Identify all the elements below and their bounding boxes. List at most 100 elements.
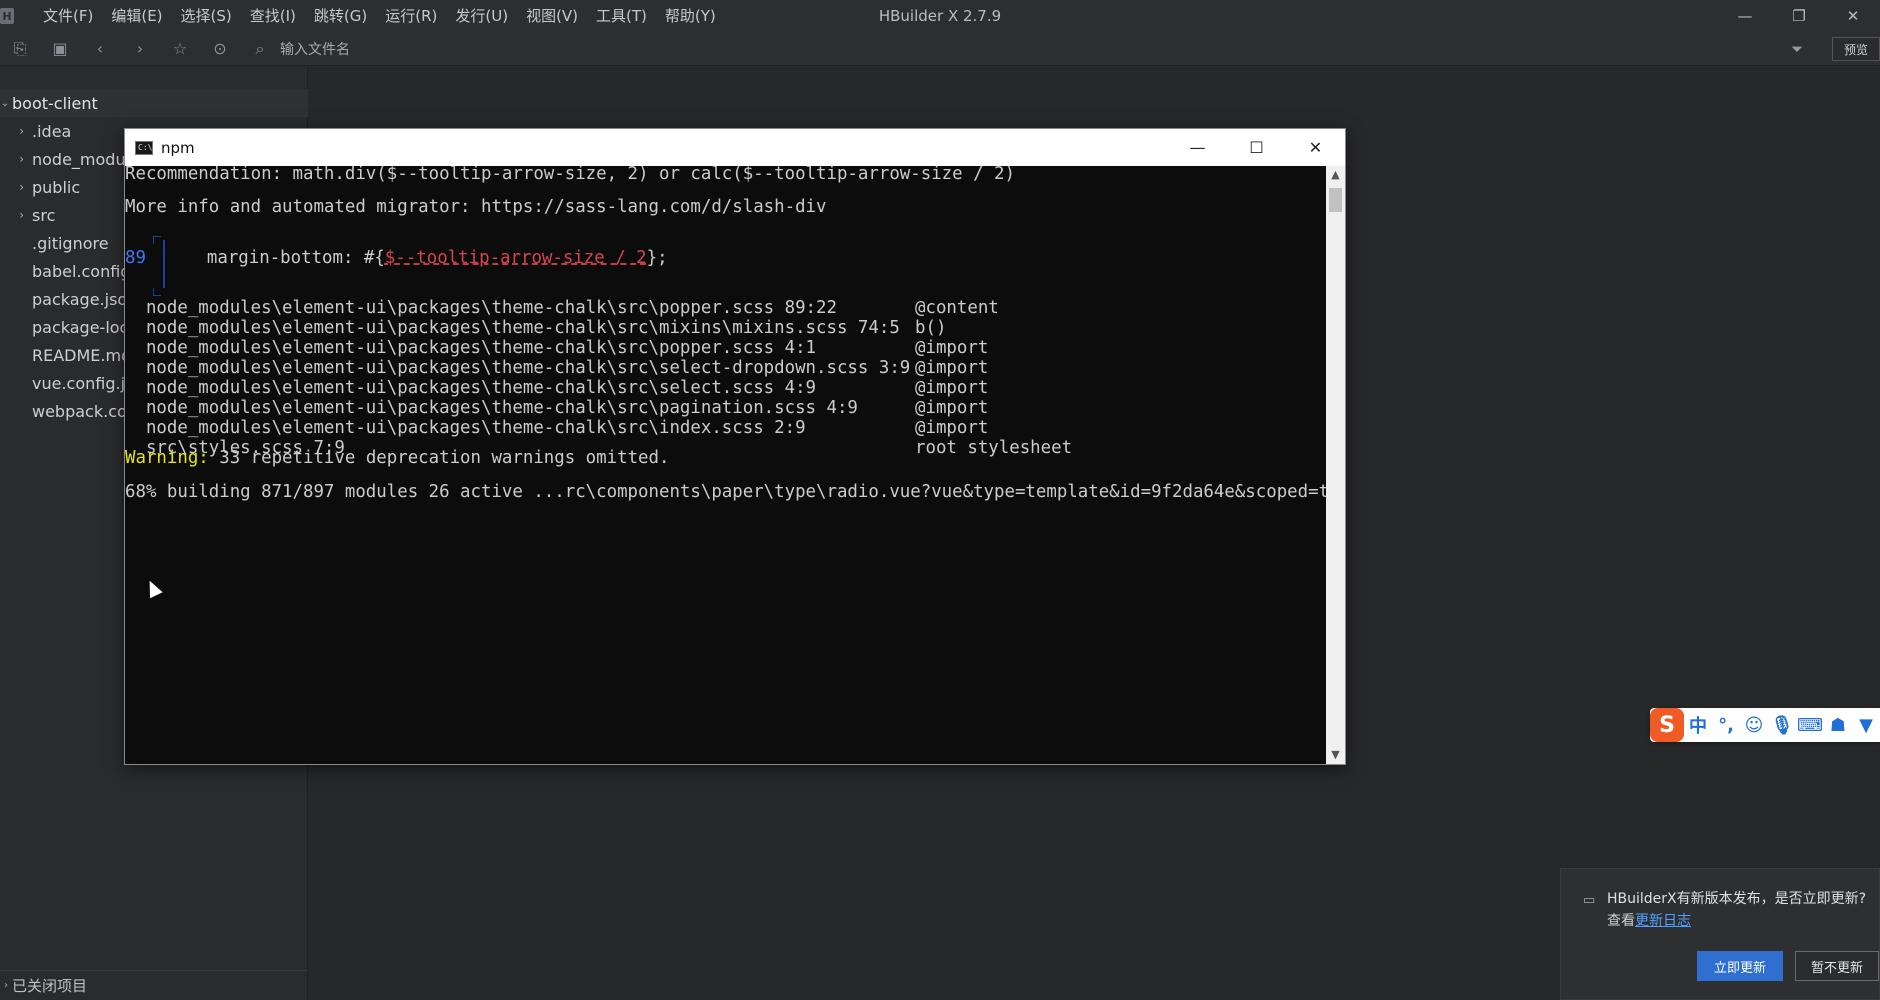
changelog-link[interactable]: 更新日志	[1635, 913, 1691, 929]
file-name-input[interactable]: 输入文件名	[280, 39, 350, 59]
menu-item[interactable]: 帮助(Y)	[656, 0, 725, 32]
minimize-icon[interactable]: —	[1718, 0, 1772, 32]
preview-button[interactable]: 预览	[1832, 37, 1880, 61]
spacer: ›	[0, 320, 32, 334]
stack-context: @import	[915, 338, 989, 358]
ime-skin-icon[interactable]: ▼	[1852, 715, 1880, 736]
console-close-icon[interactable]: ✕	[1286, 129, 1345, 166]
tree-item-label: src	[32, 205, 56, 225]
stack-context: root stylesheet	[915, 438, 1073, 458]
ime-emoji-icon[interactable]: ☺	[1740, 715, 1768, 736]
restore-icon[interactable]: ❐	[1772, 0, 1826, 32]
tree-item-label: package-locl	[32, 317, 133, 337]
chevron-right-icon: ›	[19, 152, 24, 166]
more-info-line: More info and automated migrator: https:…	[125, 197, 827, 217]
npm-console-window: C:\ npm — ☐ ✕ Recommendation: math.div($…	[124, 128, 1346, 765]
spacer: ›	[0, 404, 32, 418]
menu-item[interactable]: 运行(R)	[376, 0, 446, 32]
console-minimize-icon[interactable]: —	[1168, 129, 1227, 166]
code-prefix: margin-bottom: #{	[165, 248, 385, 268]
progress-text: 68% building 871/897 modules 26 active .…	[125, 482, 1327, 502]
tree-item-label: webpack.cor	[32, 401, 134, 421]
file-search-icon[interactable]: ⌕	[240, 32, 280, 66]
tree-item-label: .gitignore	[32, 233, 109, 253]
menu-item[interactable]: 跳转(G)	[305, 0, 376, 32]
console-scrollbar[interactable]: ▲ ▼	[1326, 166, 1345, 764]
window-controls: — ❐ ✕	[1718, 0, 1880, 32]
chevron-right-icon: ›	[19, 124, 24, 138]
warning-line: Warning: 33 repetitive deprecation warni…	[125, 448, 669, 468]
ime-logo-icon[interactable]: S	[1650, 708, 1684, 742]
terminal-icon: C:\	[135, 140, 153, 155]
tree-item-label: README.md	[32, 345, 132, 365]
spacer: ›	[0, 264, 32, 278]
stack-path: node_modules\element-ui\packages\theme-c…	[125, 298, 837, 318]
stack-path: node_modules\element-ui\packages\theme-c…	[125, 358, 911, 378]
gutter-bracket-bottom	[153, 288, 161, 296]
stack-path: node_modules\element-ui\packages\theme-c…	[125, 378, 817, 398]
menu-bar: 文件(F) 编辑(E) 选择(S) 查找(I) 跳转(G) 运行(R) 发行(U) 视图(V)…	[34, 0, 725, 32]
tree-item-label: public	[32, 177, 81, 197]
gutter-line-number: 89	[125, 248, 146, 268]
menu-item[interactable]: 编辑(E)	[102, 0, 171, 32]
menu-item[interactable]: 工具(T)	[587, 0, 656, 32]
run-icon[interactable]: ⊙	[200, 32, 240, 66]
scroll-down-icon[interactable]: ▼	[1326, 746, 1345, 764]
gutter-bracket-top	[153, 236, 161, 244]
console-title: npm	[161, 138, 195, 157]
save-icon[interactable]: ▣	[40, 32, 80, 66]
update-later-button[interactable]: 暂不更新	[1795, 951, 1879, 981]
scroll-up-icon[interactable]: ▲	[1326, 166, 1345, 184]
closed-projects[interactable]: › 已关闭项目	[0, 970, 308, 1000]
menu-item[interactable]: 视图(V)	[517, 0, 587, 32]
console-output[interactable]: Recommendation: math.div($--tooltip-arro…	[125, 166, 1327, 764]
code-error-span: $--tooltip-arrow-size / 2	[384, 248, 647, 268]
menu-item[interactable]: 查找(I)	[241, 0, 305, 32]
stack-context: @content	[915, 298, 999, 318]
console-title-bar: C:\ npm — ☐ ✕	[125, 129, 1345, 166]
ime-mode-icon[interactable]: 中	[1684, 712, 1712, 738]
project-root-label: boot-client	[12, 93, 98, 113]
console-window-controls: — ☐ ✕	[1168, 129, 1345, 166]
stack-path: node_modules\element-ui\packages\theme-c…	[125, 418, 806, 438]
close-icon[interactable]: ✕	[1826, 0, 1880, 32]
notification-message: HBuilderX有新版本发布，是否立即更新?	[1607, 891, 1867, 907]
title-bar: H 文件(F) 编辑(E) 选择(S) 查找(I) 跳转(G) 运行(R) 发行(U) 视图(…	[0, 0, 1880, 32]
filter-icon[interactable]: ⏷	[1782, 40, 1812, 58]
warning-label: Warning:	[125, 448, 209, 468]
console-maximize-icon[interactable]: ☐	[1227, 129, 1286, 166]
stack-context: @import	[915, 398, 989, 418]
notification-sub-prefix: 查看	[1607, 913, 1635, 929]
project-root[interactable]: ⌄ boot-client	[0, 89, 308, 117]
toolbar-right: ⏷ 预览	[1782, 32, 1880, 66]
forward-icon[interactable]: ›	[120, 32, 160, 66]
update-notification: ▭ HBuilderX有新版本发布，是否立即更新? 查看更新日志 立即更新 暂不…	[1560, 868, 1880, 1000]
progress-line: 68% building 871/897 modules 26 active .…	[125, 482, 1327, 502]
star-icon[interactable]: ☆	[160, 32, 200, 66]
tree-item-label: node_modul	[32, 149, 131, 169]
menu-item[interactable]: 文件(F)	[34, 0, 102, 32]
ime-keyboard-icon[interactable]: ⌨	[1796, 715, 1824, 736]
ime-user-icon[interactable]: ☗	[1824, 715, 1852, 736]
tree-item-label: vue.config.js	[32, 373, 134, 393]
scroll-thumb[interactable]	[1329, 188, 1342, 212]
menu-item[interactable]: 选择(S)	[172, 0, 241, 32]
spacer: ›	[0, 236, 32, 250]
ime-voice-icon[interactable]: 🎙	[1768, 715, 1796, 736]
chevron-right-icon: ›	[19, 208, 24, 222]
update-now-button[interactable]: 立即更新	[1697, 951, 1783, 981]
menu-item[interactable]: 发行(U)	[446, 0, 517, 32]
new-file-icon[interactable]: ⎘	[0, 32, 40, 66]
app-logo-icon: H	[0, 8, 14, 24]
ime-punctuation-icon[interactable]: °,	[1712, 715, 1740, 736]
warning-text: 33 repetitive deprecation warnings omitt…	[208, 448, 670, 468]
back-icon[interactable]: ‹	[80, 32, 120, 66]
code-suffix: };	[646, 248, 668, 268]
chevron-right-icon: ›	[4, 980, 8, 991]
stack-context: @import	[915, 378, 989, 398]
tree-item-label: .idea	[32, 121, 72, 141]
closed-projects-label: 已关闭项目	[12, 977, 88, 995]
hbuilder-window: H 文件(F) 编辑(E) 选择(S) 查找(I) 跳转(G) 运行(R) 发行(U) 视图(…	[0, 0, 1880, 1000]
chevron-right-icon: ›	[19, 180, 24, 194]
stack-path: node_modules\element-ui\packages\theme-c…	[125, 338, 817, 358]
